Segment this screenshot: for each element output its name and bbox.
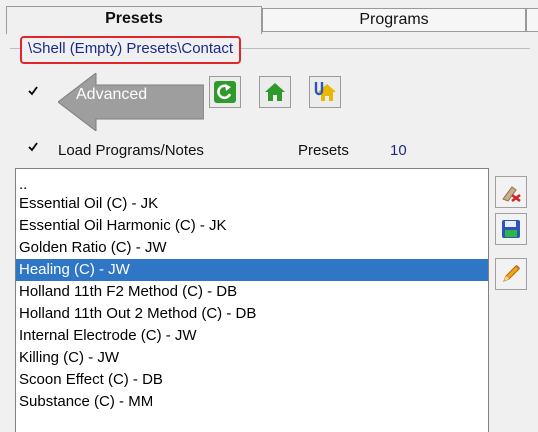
tab-programs[interactable]: Programs (262, 8, 526, 32)
list-item[interactable]: Killing (C) - JW (16, 347, 488, 369)
home-up-button[interactable] (309, 76, 341, 108)
tab-divider (262, 31, 538, 32)
home-icon (265, 83, 285, 101)
presets-panel: Presets Programs \Shell (Empty) Presets\… (0, 0, 538, 432)
clear-button[interactable] (495, 176, 527, 208)
home-button[interactable] (259, 76, 291, 108)
path-row: \Shell (Empty) Presets\Contact (10, 36, 538, 64)
list-item[interactable]: Scoon Effect (C) - DB (16, 369, 488, 391)
list-item[interactable]: Holland 11th Out 2 Method (C) - DB (16, 303, 488, 325)
refresh-icon (214, 81, 236, 103)
advanced-label: Advanced (76, 86, 148, 103)
list-item[interactable]: Essential Oil Harmonic (C) - JK (16, 215, 488, 237)
advanced-checkbox[interactable] (28, 86, 38, 96)
home-up-icon (314, 82, 336, 101)
list-item[interactable]: Golden Ratio (C) - JW (16, 237, 488, 259)
load-programs-label: Load Programs/Notes (58, 142, 204, 159)
check-icon (28, 86, 38, 96)
check-icon (28, 142, 38, 152)
list-item[interactable]: Holland 11th F2 Method (C) - DB (16, 281, 488, 303)
save-icon (502, 220, 520, 238)
tab-presets[interactable]: Presets (6, 6, 262, 34)
refresh-button[interactable] (209, 76, 241, 108)
edit-button[interactable] (495, 258, 527, 290)
list-item[interactable]: Internal Electrode (C) - JW (16, 325, 488, 347)
preset-path: \Shell (Empty) Presets\Contact (20, 36, 242, 64)
tab-overflow (526, 8, 538, 32)
presets-label: Presets (298, 142, 349, 159)
save-button[interactable] (495, 213, 527, 245)
edit-icon (503, 265, 520, 282)
list-item[interactable]: Essential Oil (C) - JK (16, 193, 488, 215)
load-checkbox[interactable] (28, 142, 38, 152)
presets-count: 10 (390, 142, 407, 159)
tab-bar: Presets Programs (6, 6, 538, 34)
clear-icon (502, 186, 521, 203)
list-item[interactable]: Substance (C) - MM (16, 391, 488, 413)
preset-list[interactable]: .. Essential Oil (C) - JK Essential Oil … (15, 168, 489, 432)
list-item-selected[interactable]: Healing (C) - JW (16, 259, 488, 281)
